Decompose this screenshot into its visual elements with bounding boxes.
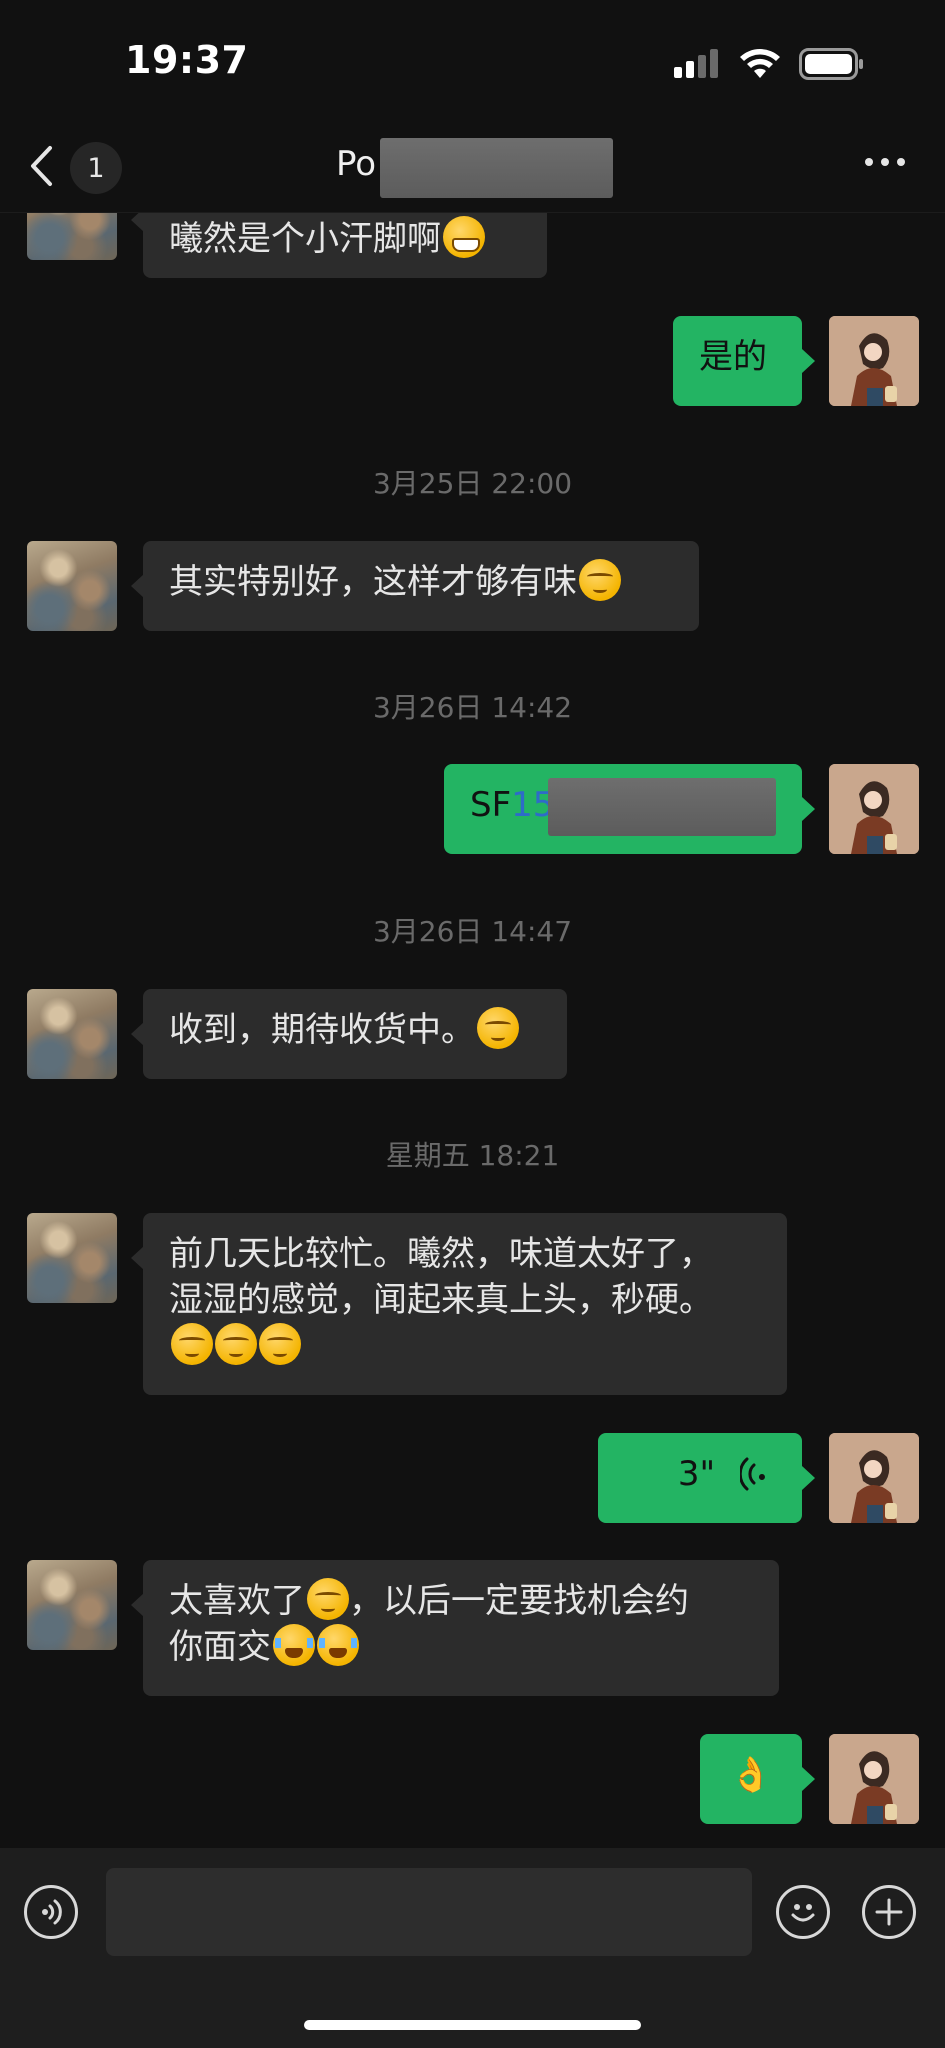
self-avatar[interactable] bbox=[829, 1734, 919, 1824]
message-text: 其实特别好，这样才够有味 bbox=[169, 562, 577, 602]
smirk-emoji-icon bbox=[477, 1007, 519, 1049]
smirk-emoji-icon bbox=[171, 1323, 213, 1365]
message-bubble-incoming[interactable]: 曦然是个小汗脚啊 bbox=[143, 212, 547, 278]
bubble-tail bbox=[802, 1466, 815, 1490]
message-bubble-outgoing[interactable]: 👌 bbox=[700, 1734, 802, 1824]
message-text: 收到，期待收货中。 bbox=[169, 1010, 475, 1050]
wifi-icon bbox=[740, 49, 780, 78]
bubble-tail bbox=[802, 1767, 815, 1791]
redaction-block bbox=[548, 778, 776, 836]
voice-input-button[interactable] bbox=[24, 1885, 78, 1939]
cellular-signal-icon bbox=[674, 49, 718, 78]
self-avatar-illustration bbox=[829, 1433, 919, 1523]
unread-badge: 1 bbox=[70, 142, 122, 194]
self-avatar[interactable] bbox=[829, 764, 919, 854]
contact-avatar[interactable] bbox=[27, 1560, 117, 1650]
message-text: SF bbox=[470, 785, 512, 825]
message-text: ，以后一定要找机会约 bbox=[349, 1581, 689, 1621]
chevron-left-icon bbox=[31, 146, 52, 186]
timestamp: 3月26日 14:42 bbox=[372, 691, 573, 724]
cry-laughing-emoji-icon bbox=[273, 1624, 315, 1666]
message-line: 湿湿的感觉，闻起来真上头，秒硬。 bbox=[169, 1280, 713, 1320]
grin-emoji-icon bbox=[443, 216, 485, 258]
input-bar bbox=[0, 1848, 945, 2048]
voice-wave-icon bbox=[738, 1457, 765, 1491]
message-text: 曦然是个小汗脚啊 bbox=[169, 219, 441, 259]
self-avatar[interactable] bbox=[829, 1433, 919, 1523]
ok-hand-emoji-icon: 👌 bbox=[729, 1755, 773, 1795]
emoji-button[interactable] bbox=[776, 1885, 830, 1939]
timestamp: 3月25日 22:00 bbox=[372, 467, 573, 500]
message-input[interactable] bbox=[106, 1868, 752, 1956]
smirk-emoji-icon bbox=[259, 1323, 301, 1365]
cry-laughing-emoji-icon bbox=[317, 1624, 359, 1666]
message-list[interactable]: 曦然是个小汗脚啊 是的 3月25日 22:00 其实特别好，这样才够有味 3月2… bbox=[0, 212, 945, 1848]
smirk-emoji-icon bbox=[215, 1323, 257, 1365]
home-indicator bbox=[304, 2020, 641, 2030]
message-text: 你面交 bbox=[169, 1627, 271, 1667]
timestamp: 3月26日 14:47 bbox=[372, 915, 573, 948]
more-button[interactable] bbox=[865, 158, 905, 166]
battery-icon bbox=[799, 48, 863, 80]
status-time: 19:37 bbox=[125, 38, 249, 82]
message-bubble-incoming[interactable]: 收到，期待收货中。 bbox=[143, 989, 567, 1079]
voice-input-icon bbox=[42, 1899, 62, 1925]
ellipsis-icon bbox=[865, 158, 873, 166]
message-text: 是的 bbox=[699, 337, 767, 377]
bubble-tail bbox=[802, 797, 815, 821]
smirk-emoji-icon bbox=[579, 559, 621, 601]
message-line: 太喜欢了 ，以后一定要找机会约 bbox=[169, 1578, 753, 1624]
timestamp: 星期五 18:21 bbox=[385, 1139, 560, 1172]
chat-title[interactable]: Po bbox=[336, 144, 376, 184]
voice-message-bubble[interactable]: 3" bbox=[598, 1433, 802, 1523]
contact-avatar[interactable] bbox=[27, 541, 117, 631]
message-line: 你面交 bbox=[169, 1624, 753, 1670]
message-bubble-incoming[interactable]: 太喜欢了 ，以后一定要找机会约 你面交 bbox=[143, 1560, 779, 1696]
status-bar: 19:37 bbox=[0, 0, 945, 120]
voice-duration: 3" bbox=[677, 1454, 716, 1494]
add-button[interactable] bbox=[862, 1885, 916, 1939]
contact-avatar[interactable] bbox=[27, 1213, 117, 1303]
smirk-emoji-icon bbox=[307, 1578, 349, 1620]
self-avatar-illustration bbox=[829, 1734, 919, 1824]
message-bubble-outgoing[interactable]: 是的 bbox=[673, 316, 802, 406]
self-avatar-illustration bbox=[829, 764, 919, 854]
message-line: 前几天比较忙。曦然，味道太好了， bbox=[169, 1234, 713, 1274]
message-bubble-incoming[interactable]: 前几天比较忙。曦然，味道太好了， 湿湿的感觉，闻起来真上头，秒硬。 bbox=[143, 1213, 787, 1395]
status-icons bbox=[673, 44, 865, 84]
message-bubble-incoming[interactable]: 其实特别好，这样才够有味 bbox=[143, 541, 699, 631]
message-emoji-line bbox=[169, 1323, 761, 1369]
plus-icon bbox=[875, 1898, 903, 1926]
self-avatar[interactable] bbox=[829, 316, 919, 406]
bubble-tail bbox=[802, 349, 815, 373]
self-avatar-illustration bbox=[829, 316, 919, 406]
message-text: 太喜欢了 bbox=[169, 1581, 305, 1621]
contact-avatar[interactable] bbox=[27, 989, 117, 1079]
redaction-block bbox=[380, 138, 613, 198]
emoji-icon bbox=[791, 1904, 815, 1922]
contact-avatar[interactable] bbox=[27, 212, 117, 260]
